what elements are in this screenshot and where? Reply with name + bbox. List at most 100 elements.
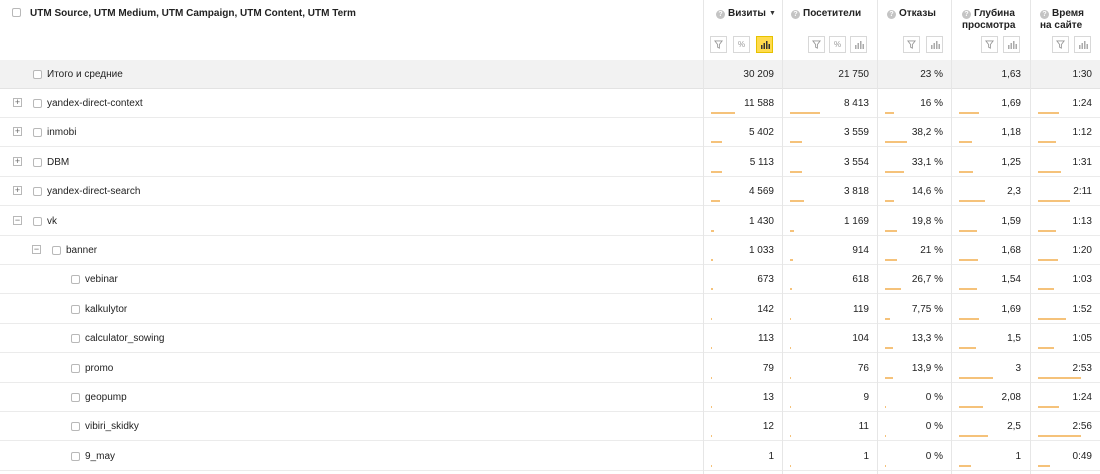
metric-value: 673 — [757, 274, 774, 286]
metric-value: 1:52 — [1072, 303, 1092, 315]
share-bar — [885, 200, 894, 203]
filter-icon[interactable] — [808, 36, 825, 53]
share-bar — [711, 259, 713, 261]
share-bar — [711, 112, 735, 114]
table-row[interactable]: 9_may 1 1 0 % 1 0:49 — [0, 442, 1100, 471]
metric-header-2[interactable]: ? Отказы — [887, 8, 936, 20]
metric-value: 3 559 — [843, 127, 869, 139]
share-bar — [711, 464, 712, 467]
filter-icon[interactable] — [710, 36, 727, 53]
row-label[interactable]: calculator_sowing — [85, 333, 165, 344]
row-checkbox[interactable] — [71, 393, 80, 402]
row-checkbox[interactable] — [33, 128, 42, 138]
select-all-checkbox[interactable] — [12, 8, 21, 17]
bar-chart-icon[interactable] — [850, 36, 867, 53]
metric-header-0[interactable]: ? Визиты ▼ — [716, 8, 776, 20]
metric-header-4[interactable]: ? Время на сайте — [1040, 8, 1084, 32]
bar-chart-icon[interactable] — [1074, 36, 1091, 53]
metric-value: 1,63 — [1001, 69, 1021, 80]
bar-chart-icon[interactable] — [756, 36, 773, 53]
row-label[interactable]: 9_may — [85, 451, 115, 462]
table-row[interactable]: geopump 13 9 0 % 2,08 1:24 — [0, 383, 1100, 412]
share-bar — [1038, 200, 1070, 203]
share-bar — [1038, 464, 1050, 467]
table-row[interactable]: + inmobi 5 402 3 559 38,2 % 1,18 1:12 — [0, 118, 1100, 148]
bar-chart-icon[interactable] — [926, 36, 943, 53]
collapse-icon[interactable]: − — [13, 215, 22, 225]
expand-icon[interactable]: + — [13, 98, 22, 107]
metric-value: 7,75 % — [911, 303, 943, 315]
metric-value: 76 — [857, 362, 869, 374]
row-label[interactable]: yandex-direct-search — [47, 186, 140, 197]
table-row[interactable]: − vk 1 430 1 169 19,8 % 1,59 1:13 — [0, 207, 1100, 236]
table-row[interactable]: kalkulytor 142 119 7,75 % 1,69 1:52 — [0, 295, 1100, 324]
row-label[interactable]: inmobi — [47, 127, 76, 138]
row-checkbox[interactable] — [71, 304, 80, 314]
row-label[interactable]: geopump — [85, 392, 127, 403]
share-bar — [790, 288, 792, 291]
table-row[interactable]: vebinar 673 618 26,7 % 1,54 1:03 — [0, 265, 1100, 295]
row-label[interactable]: yandex-direct-context — [47, 98, 143, 109]
totals-row[interactable]: Итого и средние 30 209 21 750 23 % 1,63 1:30 — [0, 60, 1100, 89]
row-checkbox[interactable] — [33, 157, 42, 167]
table-row[interactable]: + yandex-direct-context 11 588 8 413 16 % 1,6… — [0, 89, 1100, 118]
table-row[interactable]: calculator_sowing 113 104 13,3 % 1,5 1:05 — [0, 324, 1100, 354]
help-icon[interactable]: ? — [887, 10, 896, 19]
expand-icon[interactable]: + — [13, 127, 22, 137]
row-checkbox[interactable] — [71, 275, 80, 285]
row-label[interactable]: kalkulytor — [85, 304, 127, 315]
sort-desc-icon[interactable]: ▼ — [769, 10, 776, 17]
metric-value: 2,3 — [1007, 186, 1021, 198]
table-row[interactable]: vibiri_skidky 12 11 0 % 2,5 2:56 — [0, 412, 1100, 442]
metric-value: 1:05 — [1072, 333, 1092, 345]
metric-value: 1 — [1015, 450, 1021, 462]
metric-title-line2: на сайте — [1040, 20, 1083, 31]
help-icon[interactable]: ? — [791, 10, 800, 19]
bar-chart-icon[interactable] — [1003, 36, 1020, 53]
table-row[interactable]: − banner 1 033 914 21 % 1,68 1:20 — [0, 236, 1100, 265]
row-checkbox[interactable] — [71, 363, 80, 373]
metric-value: 21 750 — [838, 69, 869, 80]
row-label[interactable]: vk — [47, 216, 57, 227]
row-label[interactable]: vebinar — [85, 274, 118, 285]
row-label[interactable]: DBM — [47, 157, 69, 168]
row-checkbox[interactable] — [52, 246, 61, 255]
metric-value: 12 — [762, 421, 774, 433]
row-label[interactable]: banner — [66, 245, 97, 256]
filter-icon[interactable] — [903, 36, 920, 53]
row-checkbox[interactable] — [33, 216, 42, 226]
row-label[interactable]: Итого и средние — [47, 69, 123, 80]
metric-value: 1,54 — [1001, 274, 1021, 286]
filter-icon[interactable] — [981, 36, 998, 53]
metric-value: 5 402 — [748, 127, 774, 139]
table-row[interactable]: + yandex-direct-search 4 569 3 818 14,6 % 2,3… — [0, 177, 1100, 207]
table-row[interactable]: promo 79 76 13,9 % 3 2:53 — [0, 354, 1100, 383]
metric-value: 1:20 — [1072, 245, 1092, 256]
expand-icon[interactable]: + — [13, 156, 22, 166]
share-bar — [959, 141, 972, 144]
collapse-icon[interactable]: − — [32, 245, 41, 254]
share-bar — [885, 141, 907, 144]
percent-icon[interactable]: % — [829, 36, 846, 53]
help-icon[interactable]: ? — [1040, 10, 1049, 19]
metric-header-3[interactable]: ? Глубина просмотра — [962, 8, 1015, 32]
row-label[interactable]: promo — [85, 363, 113, 374]
table-row[interactable]: + DBM 5 113 3 554 33,1 % 1,25 1:31 — [0, 148, 1100, 177]
row-checkbox[interactable] — [71, 422, 80, 432]
row-checkbox[interactable] — [33, 99, 42, 108]
row-label[interactable]: vibiri_skidky — [85, 421, 139, 432]
metric-header-1[interactable]: ? Посетители — [791, 8, 861, 20]
row-checkbox[interactable] — [33, 187, 42, 197]
metric-title-line2: просмотра — [962, 20, 1016, 31]
row-checkbox[interactable] — [71, 451, 80, 461]
metric-value: 5 113 — [749, 156, 774, 168]
row-checkbox[interactable] — [33, 70, 42, 79]
metric-value: 1:03 — [1072, 274, 1092, 286]
expand-icon[interactable]: + — [13, 186, 22, 196]
row-checkbox[interactable] — [71, 334, 80, 344]
help-icon[interactable]: ? — [716, 10, 725, 19]
metric-value: 1:30 — [1072, 69, 1092, 80]
percent-icon[interactable]: % — [733, 36, 750, 53]
filter-icon[interactable] — [1052, 36, 1069, 53]
help-icon[interactable]: ? — [962, 10, 971, 19]
